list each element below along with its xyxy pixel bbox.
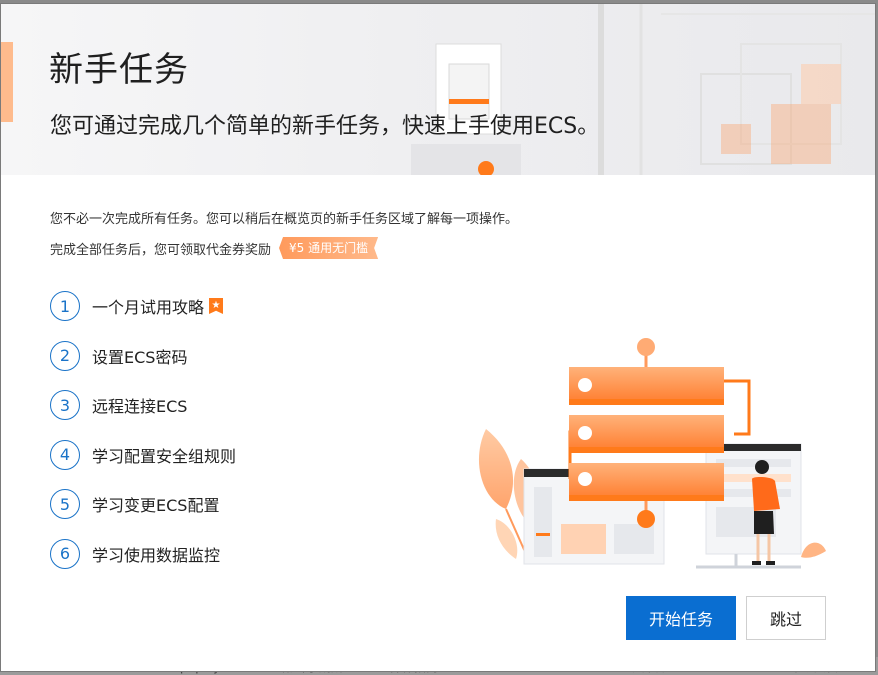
dialog-title: 新手任务 <box>49 50 189 90</box>
intro-text: 您不必一次完成所有任务。您可以稍后在概览页的新手任务区域了解每一项操作。 <box>50 212 519 227</box>
task-list: 1 一个月试用攻略 ★ 2 设置ECS密码 3 远程连接ECS 4 学习配置安全… <box>50 290 236 587</box>
start-tasks-button[interactable]: 开始任务 <box>626 596 736 640</box>
star-badge-icon: ★ <box>209 298 224 314</box>
task-label: 学习配置安全组规则 <box>92 446 237 466</box>
step-number: 2 <box>50 340 80 371</box>
task-item-remote-connect[interactable]: 3 远程连接ECS <box>50 389 236 421</box>
step-number: 3 <box>50 390 80 420</box>
task-item-change-config[interactable]: 5 学习变更ECS配置 <box>50 488 236 520</box>
step-number: 5 <box>50 489 80 519</box>
task-label: 学习使用数据监控 <box>92 545 221 565</box>
onboarding-dialog: 新手任务 您可通过完成几个简单的新手任务，快速上手使用ECS。 您不必一次完成所… <box>0 3 876 672</box>
task-label: 远程连接ECS <box>92 397 188 416</box>
dialog-subtitle: 您可通过完成几个简单的新手任务，快速上手使用ECS。 <box>50 114 600 139</box>
skip-button[interactable]: 跳过 <box>746 596 826 640</box>
task-item-security-group[interactable]: 4 学习配置安全组规则 <box>50 439 236 471</box>
task-label: 设置ECS密码 <box>92 347 188 367</box>
dialog-header-banner: 新手任务 您可通过完成几个简单的新手任务，快速上手使用ECS。 <box>1 4 875 175</box>
reward-description: 完成全部任务后，您可领取代金券奖励 <box>50 242 272 258</box>
step-number: 1 <box>50 291 80 321</box>
task-item-set-password[interactable]: 2 设置ECS密码 <box>50 340 236 372</box>
step-number: 6 <box>50 538 80 569</box>
task-label: 学习变更ECS配置 <box>92 496 220 515</box>
server-illustration <box>478 338 826 569</box>
task-item-monitoring[interactable]: 6 学习使用数据监控 <box>50 538 236 570</box>
task-label: 一个月试用攻略 <box>92 298 205 317</box>
step-number: 4 <box>50 439 80 470</box>
task-item-trial-guide[interactable]: 1 一个月试用攻略 ★ <box>50 290 236 322</box>
reward-text: 完成全部任务后，您可领取代金券奖励 ¥5 通用无门槛 <box>50 237 378 259</box>
coupon-badge: ¥5 通用无门槛 <box>279 237 378 259</box>
